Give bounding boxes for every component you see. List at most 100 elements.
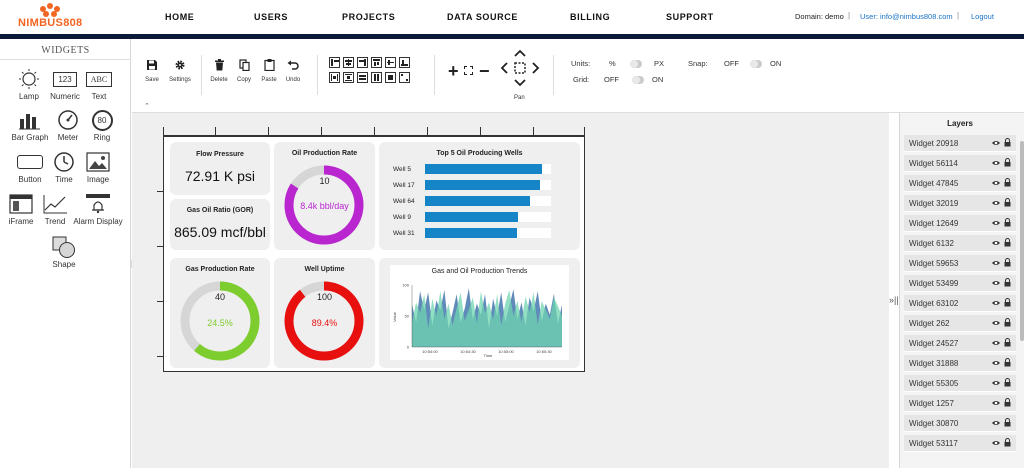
eye-icon[interactable]	[992, 139, 1000, 147]
lock-icon[interactable]	[1004, 238, 1011, 247]
widget-tool-shape[interactable]: Shape	[44, 236, 84, 269]
align-left-button[interactable]	[329, 57, 340, 68]
eye-icon[interactable]	[992, 279, 1000, 287]
logout-link[interactable]: Logout	[971, 12, 994, 21]
eye-icon[interactable]	[992, 179, 1000, 187]
widget-top-wells-bar-graph[interactable]: Top 5 Oil Producing Wells Well 5 Well 17 W…	[379, 142, 580, 250]
nimbus808-logo[interactable]: NIMBUS808	[18, 3, 82, 31]
widget-tool-ring[interactable]: 80 Ring	[84, 109, 120, 142]
widget-tool-button[interactable]: Button	[10, 151, 50, 184]
eye-icon[interactable]	[992, 199, 1000, 207]
lock-icon[interactable]	[1004, 358, 1011, 367]
layer-row[interactable]: Widget 59653	[904, 255, 1016, 272]
lock-icon[interactable]	[1004, 178, 1011, 187]
layer-row[interactable]: Widget 24527	[904, 335, 1016, 352]
lock-icon[interactable]	[1004, 438, 1011, 447]
lock-icon[interactable]	[1004, 398, 1011, 407]
lock-icon[interactable]	[1004, 378, 1011, 387]
layer-row[interactable]: Widget 47845	[904, 175, 1016, 192]
widget-tool-bar-graph[interactable]: Bar Graph	[8, 109, 52, 142]
layer-row[interactable]: Widget 6132	[904, 235, 1016, 252]
layer-row[interactable]: Widget 262	[904, 315, 1016, 332]
expand-toolbar-icon[interactable]: ⌃	[144, 102, 150, 110]
widget-tool-numeric[interactable]: 123 Numeric	[46, 68, 84, 101]
units-toggle[interactable]	[630, 60, 642, 68]
layer-row[interactable]: Widget 53499	[904, 275, 1016, 292]
layers-scrollbar[interactable]	[1020, 141, 1024, 341]
distribute-horizontal-button[interactable]	[329, 72, 340, 83]
eye-icon[interactable]	[992, 419, 1000, 427]
widget-gas-oil-ratio[interactable]: Gas Oil Ratio (GOR) 865.09 mcf/bbl	[170, 199, 270, 250]
layer-row[interactable]: Widget 56114	[904, 155, 1016, 172]
layer-row[interactable]: Widget 31888	[904, 355, 1016, 372]
layer-row[interactable]: Widget 32019	[904, 195, 1016, 212]
pan-control-icon[interactable]	[500, 49, 540, 97]
layer-row[interactable]: Widget 1257	[904, 395, 1016, 412]
widget-flow-pressure[interactable]: Flow Pressure 72.91 K psi	[170, 142, 270, 195]
nav-data-source[interactable]: DATA SOURCE	[447, 12, 518, 22]
delete-button[interactable]: Delete	[209, 57, 229, 83]
layer-row[interactable]: Widget 53117	[904, 435, 1016, 452]
align-right-button[interactable]	[357, 57, 368, 68]
eye-icon[interactable]	[992, 319, 1000, 327]
widget-oil-production-rate[interactable]: Oil Production Rate 10 8.4k bbl/day	[274, 142, 375, 250]
collapse-layers-handle[interactable]: »||	[889, 295, 899, 305]
lock-icon[interactable]	[1004, 338, 1011, 347]
eye-icon[interactable]	[992, 399, 1000, 407]
space-evenly-button[interactable]	[399, 72, 410, 83]
widget-tool-meter[interactable]: Meter	[50, 109, 86, 142]
widget-well-uptime[interactable]: Well Uptime 100 89.4%	[274, 258, 375, 368]
eye-icon[interactable]	[992, 159, 1000, 167]
widget-tool-trend[interactable]: Trend	[38, 193, 72, 226]
user-link[interactable]: User: info@nimbus808.com	[860, 12, 953, 21]
nav-users[interactable]: USERS	[254, 12, 288, 22]
widget-tool-text[interactable]: ABC Text	[80, 68, 118, 101]
grid-toggle[interactable]	[632, 76, 644, 84]
paste-button[interactable]: Paste	[259, 57, 279, 83]
distribute-vertical-button[interactable]	[343, 72, 354, 83]
lock-icon[interactable]	[1004, 138, 1011, 147]
widget-tool-image[interactable]: Image	[80, 151, 116, 184]
layer-row[interactable]: Widget 30870	[904, 415, 1016, 432]
snap-toggle[interactable]	[750, 60, 762, 68]
undo-button[interactable]: Undo	[283, 57, 303, 83]
fit-screen-icon[interactable]	[464, 66, 473, 75]
layer-row[interactable]: Widget 12649	[904, 215, 1016, 232]
layer-row[interactable]: Widget 55305	[904, 375, 1016, 392]
align-bottom-button[interactable]	[399, 57, 410, 68]
eye-icon[interactable]	[992, 299, 1000, 307]
lock-icon[interactable]	[1004, 418, 1011, 427]
eye-icon[interactable]	[992, 219, 1000, 227]
align-top-button[interactable]	[371, 57, 382, 68]
lock-icon[interactable]	[1004, 278, 1011, 287]
lock-icon[interactable]	[1004, 198, 1011, 207]
align-center-button[interactable]	[343, 57, 354, 68]
nav-home[interactable]: HOME	[165, 12, 194, 22]
eye-icon[interactable]	[992, 359, 1000, 367]
widget-gas-production-rate[interactable]: Gas Production Rate 40 24.5%	[170, 258, 270, 368]
nav-billing[interactable]: BILLING	[570, 12, 610, 22]
layer-row[interactable]: Widget 20918	[904, 135, 1016, 152]
same-size-button[interactable]	[385, 72, 396, 83]
same-width-button[interactable]	[357, 72, 368, 83]
same-height-button[interactable]	[371, 72, 382, 83]
lock-icon[interactable]	[1004, 298, 1011, 307]
layer-row[interactable]: Widget 63102	[904, 295, 1016, 312]
nav-support[interactable]: SUPPORT	[666, 12, 714, 22]
widget-tool-lamp[interactable]: Lamp	[10, 68, 48, 101]
align-middle-button[interactable]	[385, 57, 396, 68]
eye-icon[interactable]	[992, 259, 1000, 267]
widget-tool-iframe[interactable]: iFrame	[4, 193, 38, 226]
widget-production-trend[interactable]: Gas and Oil Production Trends Value Time…	[379, 258, 580, 368]
widget-tool-time[interactable]: Time	[46, 151, 82, 184]
settings-button[interactable]: Settings	[167, 57, 193, 83]
save-button[interactable]: Save	[142, 57, 162, 83]
lock-icon[interactable]	[1004, 218, 1011, 227]
zoom-out-button[interactable]: −	[479, 62, 490, 80]
eye-icon[interactable]	[992, 439, 1000, 447]
zoom-in-button[interactable]: +	[448, 62, 459, 80]
lock-icon[interactable]	[1004, 158, 1011, 167]
copy-button[interactable]: Copy	[234, 57, 254, 83]
nav-projects[interactable]: PROJECTS	[342, 12, 395, 22]
lock-icon[interactable]	[1004, 318, 1011, 327]
